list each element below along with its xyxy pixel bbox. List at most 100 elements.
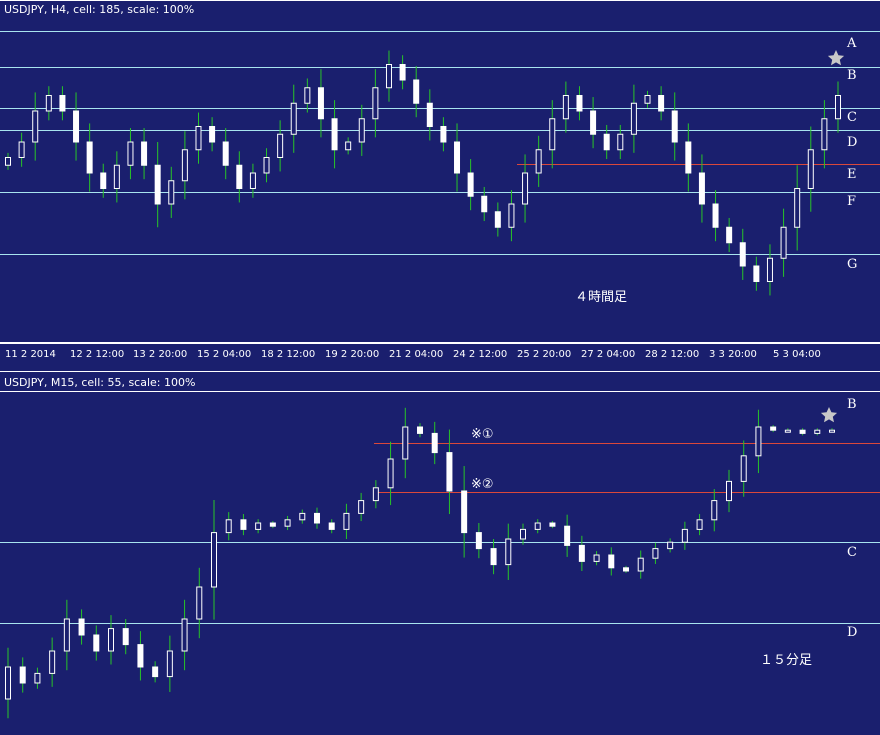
h4-candle [780,226,787,259]
m15-level-lines [0,443,880,624]
h4-candle [113,164,120,189]
m15-candle [299,512,306,521]
m15-candle [211,532,217,588]
x-tick-label: 28 2 12:00 [645,349,699,360]
h4-candle [807,149,814,189]
h4-candle [209,126,216,143]
m15-candle [461,490,468,534]
h4-candle [100,172,107,189]
m15-candle [225,519,232,534]
m15-candle [269,522,276,527]
star-icon [827,50,845,66]
h4-candle [535,149,542,174]
m15-candle [593,554,600,562]
h4-candle [481,195,488,213]
h4-candle [671,110,678,143]
m15-candle [152,666,159,678]
m15-candle [181,618,188,652]
h4-candle [821,118,828,151]
m15-red-label-2: ※② [471,477,494,492]
m15-level-label-D: D [847,625,857,640]
chart-window: USDJPY, H4, cell: 185, scale: 100% A B C… [0,0,880,735]
h4-candle [413,79,420,104]
h4-candle [372,87,379,120]
m15-candle [770,426,777,431]
h4-candle [59,95,66,112]
m15-candle [578,544,585,562]
h4-candle [18,141,25,158]
star-icon [820,407,838,423]
h4-candle [617,133,624,151]
m15-candle [137,644,144,668]
m15-candle [711,500,718,521]
h4-level-label-F: F [847,194,856,209]
h4-candle [86,141,93,174]
h4-candle [712,203,719,228]
h4-candle [426,102,433,127]
h4-candle [467,172,474,197]
m15-candle [564,525,571,546]
m15-level-label-C: C [847,545,857,560]
h4-candle [385,64,392,89]
m15-candle [240,519,247,530]
h4-candle [603,133,610,151]
h4-candle [753,265,760,282]
h4-candle [358,118,365,143]
m15-candle [534,522,541,530]
m15-candle [328,522,335,530]
x-tick-label: 13 2 20:00 [133,349,187,360]
h4-candles [5,50,841,296]
m15-candle [829,429,835,433]
m15-candle [726,480,732,502]
x-tick-label: 18 2 12:00 [261,349,315,360]
m15-candle [667,541,674,550]
m15-candle [446,452,453,492]
m15-note: １５分足 [760,653,812,668]
m15-candle [637,557,644,572]
m15-candle [490,548,497,566]
m15-candle [681,528,688,543]
m15-candle [63,618,70,652]
h4-candle [576,95,583,112]
m15-candle [387,458,394,489]
h4-x-axis: 11 2 2014 12 2 12:00 13 2 20:00 15 2 04:… [5,349,821,360]
m15-candle [122,628,129,646]
h4-pane: USDJPY, H4, cell: 185, scale: 100% A B C… [0,0,880,360]
x-tick-label: 24 2 12:00 [453,349,507,360]
h4-level-label-B: B [847,68,857,83]
h4-candle [277,133,284,158]
h4-candle [304,87,311,104]
h4-candle [658,95,665,112]
h4-level-label-G: G [847,257,857,272]
m15-candle [402,426,409,460]
h4-candle [835,95,841,120]
h4-candle [794,188,801,228]
m15-candle [431,432,438,454]
m15-candle [314,512,320,524]
h4-candle [73,110,80,143]
m15-candle [166,650,173,678]
m15-candle [505,538,512,566]
m15-candle [34,672,41,684]
h4-candle [5,157,11,166]
h4-candle [454,141,461,174]
h4-candle [726,226,733,244]
h4-candle [127,141,134,166]
chart-canvas: USDJPY, H4, cell: 185, scale: 100% A B C… [0,0,880,719]
m15-candle [19,666,26,684]
x-tick-label: 15 2 04:00 [197,349,251,360]
m15-candle [343,512,350,530]
m15-candle [608,554,615,569]
h4-candle [345,141,352,151]
h4-candle [549,118,556,151]
m15-header: USDJPY, M15, cell: 55, scale: 100% [4,376,195,389]
m15-candle [740,455,747,482]
h4-level-label-E: E [847,167,857,182]
h4-candle [168,180,175,205]
m15-candle [755,426,762,457]
x-tick-label: 3 3 20:00 [709,349,757,360]
x-tick-label: 12 2 12:00 [70,349,124,360]
h4-candle [154,164,161,205]
m15-candle [549,522,556,527]
h4-candle [630,102,637,135]
